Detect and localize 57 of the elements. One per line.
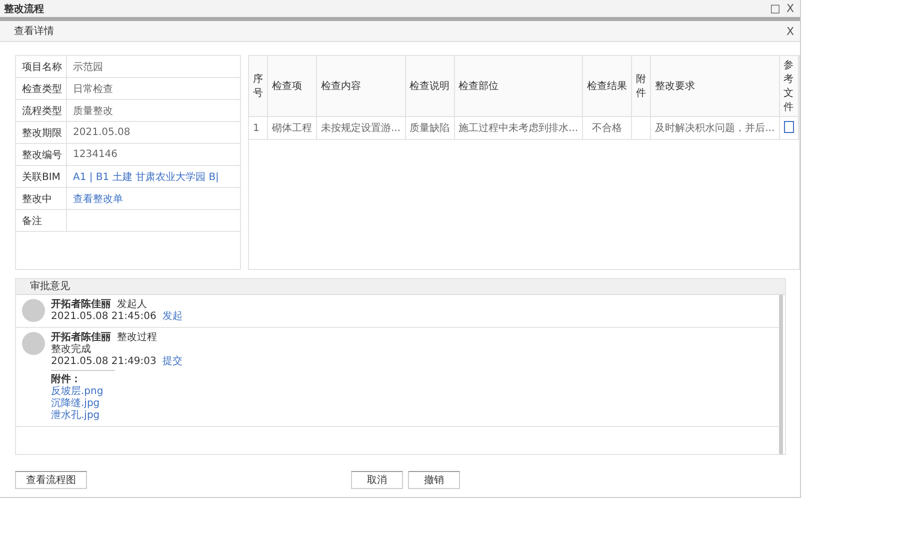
field-value: 示范园 <box>73 60 103 74</box>
field-value: 1234146 <box>73 149 118 160</box>
field-value: 2021.05.08 <box>73 127 130 138</box>
attachments-label: 附件： <box>51 374 81 386</box>
timestamp: 2021.05.08 21:49:03 <box>51 356 156 368</box>
column-header: 参考文件 <box>779 56 798 116</box>
table-cell: 砌体工程 <box>268 116 316 140</box>
avatar <box>22 332 45 355</box>
role-label: 发起人 <box>117 299 147 311</box>
field-label: 整改期限 <box>16 122 67 143</box>
column-header: 检查项 <box>268 56 316 116</box>
field-label: 整改编号 <box>16 144 67 165</box>
role-label: 整改过程 <box>117 332 157 344</box>
table-cell: 施工过程中未考虑到排水... <box>454 116 583 140</box>
section-title: 审批意见 <box>30 280 70 292</box>
column-header: 整改要求 <box>650 56 780 116</box>
field-link[interactable]: A1 | B1 土建 甘肃农业大学园 B| <box>73 170 219 184</box>
table-cell: 未按规定设置游... <box>316 116 406 140</box>
field-label: 项目名称 <box>16 56 67 77</box>
avatar <box>22 299 45 322</box>
user-name: 开拓者陈佳丽 <box>51 299 111 311</box>
user-name: 开拓者陈佳丽 <box>51 332 111 344</box>
attachment-link[interactable]: 泄水孔.jpg <box>51 410 100 422</box>
table-cell: 质量缺陷 <box>405 116 454 140</box>
close-button[interactable]: X <box>786 24 794 38</box>
document-icon[interactable] <box>784 120 794 132</box>
table-cell <box>632 116 651 140</box>
timestamp: 2021.05.08 21:45:06 <box>51 311 156 323</box>
table-cell: 及时解决积水问题，并后... <box>650 116 780 140</box>
attachment-link[interactable]: 反坡层.png <box>51 386 104 398</box>
action-link[interactable]: 提交 <box>162 356 182 368</box>
field-value: 质量整改 <box>73 104 113 118</box>
field-label: 关联BIM <box>16 166 67 187</box>
table-cell: 1 <box>249 116 268 140</box>
column-header: 附件 <box>632 56 651 116</box>
field-label: 流程类型 <box>16 100 67 121</box>
action-link[interactable]: 发起 <box>162 311 182 323</box>
column-header: 检查部位 <box>454 56 583 116</box>
column-header: 序号 <box>249 56 268 116</box>
flowchart-button[interactable]: 查看流程图 <box>15 471 87 489</box>
comment-text: 整改完成 <box>51 344 91 356</box>
window-title: 整改流程 <box>4 2 44 16</box>
column-header: 检查内容 <box>316 56 406 116</box>
close-button[interactable]: X <box>786 2 794 15</box>
field-label: 备注 <box>16 210 67 231</box>
attachment-link[interactable]: 沉降缝.jpg <box>51 398 100 410</box>
revoke-button[interactable]: 撤销 <box>408 471 460 489</box>
column-header: 检查结果 <box>582 56 632 116</box>
field-link[interactable]: 查看整改单 <box>73 192 123 206</box>
column-header: 检查说明 <box>405 56 454 116</box>
table-cell: 不合格 <box>582 116 632 140</box>
cancel-button[interactable]: 取消 <box>351 471 403 489</box>
field-value: 日常检查 <box>73 82 113 96</box>
maximize-button[interactable]: □ <box>770 2 780 15</box>
dialog-title: 查看详情 <box>14 24 54 38</box>
field-label: 整改中 <box>16 188 67 209</box>
field-label: 检查类型 <box>16 78 67 99</box>
